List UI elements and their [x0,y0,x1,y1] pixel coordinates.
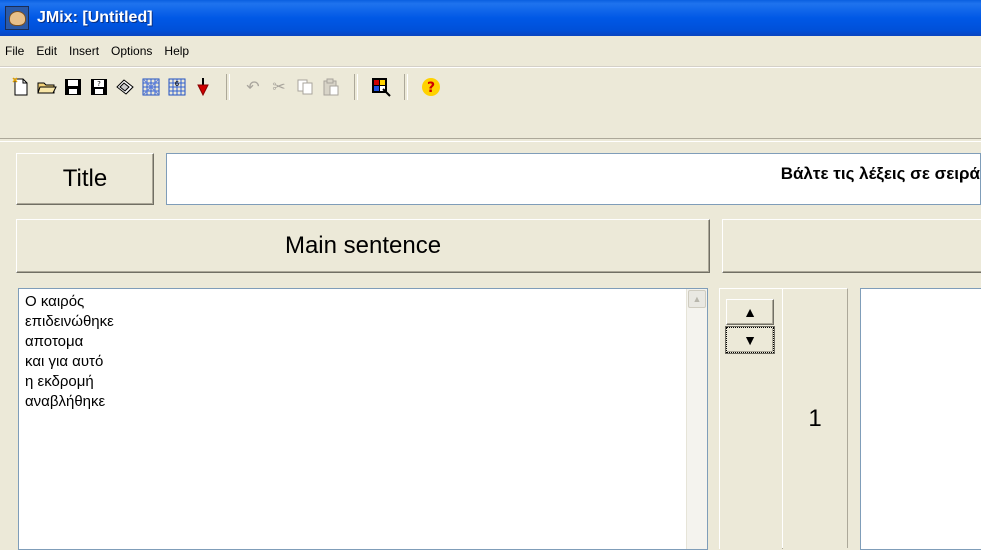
title-label-button[interactable]: Title [16,153,154,205]
jmix-app-icon [5,6,29,30]
sentence-line: Ο καιρός [25,293,85,310]
triangle-down-icon: ▼ [743,332,757,348]
menu-file[interactable]: File [0,44,30,58]
new-file-button[interactable] [8,74,34,100]
sentence-line: αποτομα [25,333,84,350]
svg-text:?: ? [97,80,101,88]
undo-button[interactable]: ↶ [240,74,266,100]
save-as-icon: ? [91,78,107,95]
scroll-up-button[interactable]: ▲ [688,290,706,308]
toolbar-separator [226,73,230,100]
configure-button[interactable] [368,74,394,100]
alternate-navigation-panel: ▲ ▼ [719,288,783,549]
scroll-up-icon: ▲ [692,294,702,304]
paste-icon [323,78,339,95]
undo-icon: ↶ [246,78,260,96]
paste-button[interactable] [318,74,344,100]
clear-button[interactable] [112,74,138,100]
window-title: JMix: [Untitled] [37,9,153,26]
alternate-number: 1 [808,404,822,432]
create-web-page-icon [142,78,160,95]
previous-alternate-button[interactable]: ▲ [726,299,774,325]
menu-help[interactable]: Help [158,44,195,58]
toolbar-separator [404,73,408,100]
next-alternate-button[interactable]: ▼ [725,326,775,354]
main-sentence-label: Main sentence [284,232,442,259]
sentence-line: επιδεινώθηκε [25,313,114,330]
help-button[interactable]: ? [418,74,444,100]
title-label: Title [62,165,108,192]
toolbar-separator [354,73,358,100]
help-icon: ? [422,77,440,96]
create-web-page-alt-icon: 6 [168,78,186,95]
save-icon [65,78,81,95]
svg-text:?: ? [427,80,435,96]
new-file-icon [12,76,28,95]
menu-bar: File Edit Insert Options Help [0,36,981,67]
alternate-sentence-textarea[interactable] [860,288,981,550]
menu-edit[interactable]: Edit [30,44,63,58]
title-input-value: Βάλτε τις λέξεις σε σειρά [780,164,980,183]
menu-options[interactable]: Options [105,44,158,58]
vertical-scrollbar[interactable]: ▲ [686,289,707,549]
eraser-icon [116,78,134,95]
open-file-button[interactable] [34,74,60,100]
sentence-line: και για αυτό [25,353,104,370]
sentence-line: αναβλήθηκε [25,393,106,410]
toolbar-divider [0,138,981,142]
title-input[interactable]: Βάλτε τις λέξεις σε σειρά [166,153,981,205]
create-web-page-button[interactable] [138,74,164,100]
save-as-button[interactable]: ? [86,74,112,100]
main-sentence-textarea[interactable]: Ο καιρός επιδεινώθηκε αποτομα και για αυ… [18,288,708,550]
copy-button[interactable] [292,74,318,100]
triangle-up-icon: ▲ [743,304,757,320]
cut-button[interactable]: ✂ [266,74,292,100]
window-titlebar[interactable]: JMix: [Untitled] [0,0,981,36]
menu-insert[interactable]: Insert [63,44,105,58]
svg-text:6: 6 [175,80,180,88]
open-folder-icon [37,82,57,93]
alternate-number-panel: 1 [782,288,848,548]
sentence-line: η εκδρομή [25,373,94,390]
export-arrow-icon [197,77,209,96]
configure-icon [372,77,391,97]
toolbar: ? 6 ↶ ✂ ? [0,67,981,105]
save-button[interactable] [60,74,86,100]
copy-icon [297,79,313,94]
alternate-sentence-header [722,219,981,273]
create-web-page-alt-button[interactable]: 6 [164,74,190,100]
cut-icon: ✂ [272,78,286,96]
main-sentence-header: Main sentence [16,219,710,273]
export-button[interactable] [190,74,216,100]
